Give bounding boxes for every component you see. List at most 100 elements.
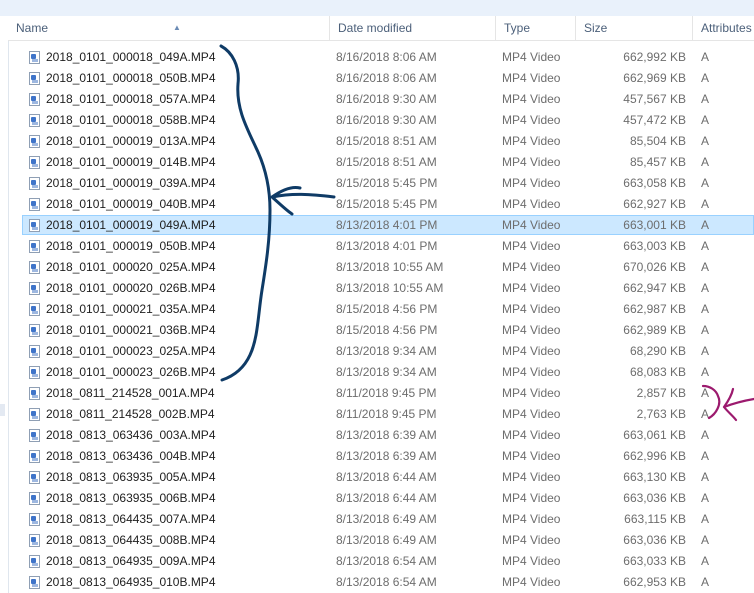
video-file-icon [29, 534, 40, 547]
file-row[interactable]: 2018_0813_063436_004B.MP4 8/13/2018 6:39 … [8, 446, 754, 467]
file-row[interactable]: 2018_0101_000019_014B.MP4 8/15/2018 8:51 … [8, 152, 754, 173]
video-file-icon [29, 576, 40, 589]
video-file-icon [29, 324, 40, 337]
video-file-icon [29, 387, 40, 400]
video-file-icon [29, 240, 40, 253]
file-attributes: A [701, 407, 710, 421]
file-name: 2018_0101_000018_050B.MP4 [46, 71, 216, 85]
file-attributes: A [701, 218, 710, 232]
file-name: 2018_0813_064435_008B.MP4 [46, 533, 216, 547]
file-type: MP4 Video [502, 113, 561, 127]
file-date-modified: 8/16/2018 9:30 AM [336, 92, 437, 106]
file-size: 663,003 KB [623, 239, 686, 253]
file-row[interactable]: 2018_0811_214528_001A.MP4 8/11/2018 9:45 … [8, 383, 754, 404]
file-type: MP4 Video [502, 218, 561, 232]
file-attributes: A [701, 386, 710, 400]
file-name: 2018_0813_063935_005A.MP4 [46, 470, 216, 484]
file-name: 2018_0813_064935_009A.MP4 [46, 554, 216, 568]
file-row[interactable]: 2018_0813_064935_010B.MP4 8/13/2018 6:54 … [8, 572, 754, 593]
file-size: 68,083 KB [629, 365, 686, 379]
video-file-icon [29, 198, 40, 211]
file-name: 2018_0811_214528_001A.MP4 [46, 386, 215, 400]
file-attributes: A [701, 113, 710, 127]
file-size: 2,857 KB [636, 386, 686, 400]
file-attributes: A [701, 323, 710, 337]
file-row[interactable]: 2018_0101_000018_049A.MP4 8/16/2018 8:06 … [8, 47, 754, 68]
file-row-selected[interactable]: 2018_0101_000019_049A.MP4 8/13/2018 4:01 … [8, 215, 754, 236]
file-row[interactable]: 2018_0813_064935_009A.MP4 8/13/2018 6:54 … [8, 551, 754, 572]
file-row[interactable]: 2018_0813_064435_007A.MP4 8/13/2018 6:49 … [8, 509, 754, 530]
file-row[interactable]: 2018_0101_000020_026B.MP4 8/13/2018 10:55… [8, 278, 754, 299]
file-row[interactable]: 2018_0101_000018_050B.MP4 8/16/2018 8:06 … [8, 68, 754, 89]
file-attributes: A [701, 134, 710, 148]
file-type: MP4 Video [502, 428, 561, 442]
sort-ascending-icon: ▲ [173, 23, 181, 32]
file-name: 2018_0101_000019_049A.MP4 [46, 218, 216, 232]
file-row[interactable]: 2018_0101_000021_035A.MP4 8/15/2018 4:56 … [8, 299, 754, 320]
file-size: 663,115 KB [624, 512, 686, 526]
file-attributes: A [701, 71, 710, 85]
file-date-modified: 8/13/2018 6:54 AM [336, 554, 437, 568]
column-type-label: Type [504, 21, 531, 35]
video-file-icon [29, 450, 40, 463]
file-date-modified: 8/15/2018 8:51 AM [336, 134, 437, 148]
file-size: 662,947 KB [623, 281, 686, 295]
column-header-date-modified[interactable]: Date modified [330, 16, 496, 40]
file-attributes: A [701, 554, 710, 568]
file-row[interactable]: 2018_0101_000019_013A.MP4 8/15/2018 8:51 … [8, 131, 754, 152]
video-file-icon [29, 555, 40, 568]
file-size: 662,927 KB [623, 197, 686, 211]
file-row[interactable]: 2018_0811_214528_002B.MP4 8/11/2018 9:45 … [8, 404, 754, 425]
column-header-type[interactable]: Type [496, 16, 576, 40]
file-list: 2018_0101_000018_049A.MP4 8/16/2018 8:06 … [8, 47, 754, 593]
file-size: 663,036 KB [623, 491, 686, 505]
file-date-modified: 8/13/2018 4:01 PM [336, 239, 438, 253]
file-row[interactable]: 2018_0101_000019_039A.MP4 8/15/2018 5:45 … [8, 173, 754, 194]
file-row[interactable]: 2018_0101_000018_057A.MP4 8/16/2018 9:30 … [8, 89, 754, 110]
file-name: 2018_0813_064435_007A.MP4 [46, 512, 216, 526]
file-row[interactable]: 2018_0101_000018_058B.MP4 8/16/2018 9:30 … [8, 110, 754, 131]
file-date-modified: 8/13/2018 6:44 AM [336, 491, 437, 505]
file-size: 662,989 KB [623, 323, 686, 337]
video-file-icon [29, 156, 40, 169]
file-row[interactable]: 2018_0101_000023_025A.MP4 8/13/2018 9:34 … [8, 341, 754, 362]
file-name: 2018_0101_000023_025A.MP4 [46, 344, 216, 358]
video-file-icon [29, 345, 40, 358]
file-size: 2,763 KB [636, 407, 686, 421]
file-type: MP4 Video [502, 323, 561, 337]
file-type: MP4 Video [502, 239, 561, 253]
file-row[interactable]: 2018_0813_063436_003A.MP4 8/13/2018 6:39 … [8, 425, 754, 446]
file-size: 670,026 KB [623, 260, 686, 274]
file-type: MP4 Video [502, 155, 561, 169]
file-name: 2018_0813_063436_003A.MP4 [46, 428, 216, 442]
file-name: 2018_0101_000023_026B.MP4 [46, 365, 216, 379]
file-size: 85,504 KB [629, 134, 686, 148]
file-row[interactable]: 2018_0101_000019_050B.MP4 8/13/2018 4:01 … [8, 236, 754, 257]
video-file-icon [29, 366, 40, 379]
file-name: 2018_0101_000021_035A.MP4 [46, 302, 216, 316]
file-row[interactable]: 2018_0101_000023_026B.MP4 8/13/2018 9:34 … [8, 362, 754, 383]
file-date-modified: 8/13/2018 6:49 AM [336, 512, 437, 526]
column-size-label: Size [584, 21, 608, 35]
file-row[interactable]: 2018_0813_063935_005A.MP4 8/13/2018 6:44 … [8, 467, 754, 488]
file-name: 2018_0101_000019_013A.MP4 [46, 134, 216, 148]
file-type: MP4 Video [502, 176, 561, 190]
file-type: MP4 Video [502, 386, 561, 400]
file-type: MP4 Video [502, 365, 561, 379]
file-size: 85,457 KB [629, 155, 686, 169]
file-date-modified: 8/15/2018 8:51 AM [336, 155, 437, 169]
file-row[interactable]: 2018_0101_000021_036B.MP4 8/15/2018 4:56 … [8, 320, 754, 341]
file-row[interactable]: 2018_0813_064435_008B.MP4 8/13/2018 6:49 … [8, 530, 754, 551]
file-date-modified: 8/13/2018 6:44 AM [336, 470, 437, 484]
file-attributes: A [701, 92, 710, 106]
column-header-attributes[interactable]: Attributes [693, 16, 754, 40]
file-row[interactable]: 2018_0101_000020_025A.MP4 8/13/2018 10:55… [8, 257, 754, 278]
file-row[interactable]: 2018_0813_063935_006B.MP4 8/13/2018 6:44 … [8, 488, 754, 509]
column-header-name[interactable]: Name ▲ [8, 16, 330, 40]
file-name: 2018_0101_000021_036B.MP4 [46, 323, 216, 337]
file-date-modified: 8/16/2018 8:06 AM [336, 71, 437, 85]
file-attributes: A [701, 365, 710, 379]
column-header-size[interactable]: Size [576, 16, 693, 40]
file-row[interactable]: 2018_0101_000019_040B.MP4 8/15/2018 5:45 … [8, 194, 754, 215]
file-name: 2018_0811_214528_002B.MP4 [46, 407, 215, 421]
